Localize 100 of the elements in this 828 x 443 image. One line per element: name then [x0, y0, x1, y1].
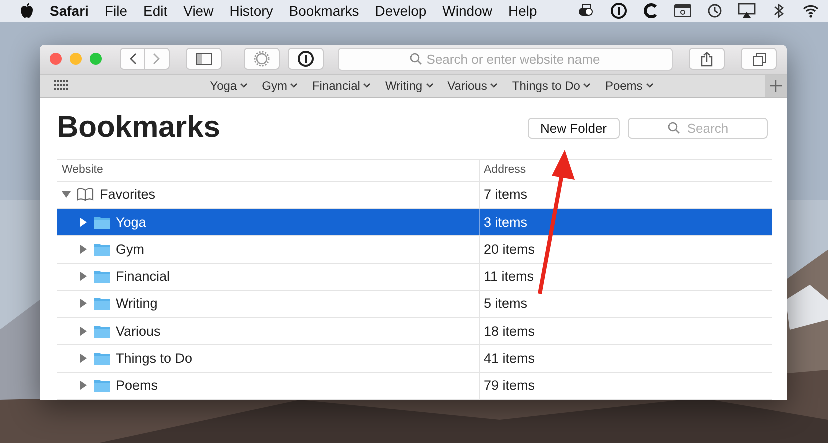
- chevron-down-icon: [363, 83, 372, 88]
- chevron-down-icon: [646, 83, 654, 88]
- add-button[interactable]: [765, 74, 787, 97]
- disclosure-triangle-icon[interactable]: [79, 326, 88, 336]
- folder-label: Yoga: [210, 78, 238, 93]
- bookmark-name: Favorites: [100, 187, 156, 202]
- chevron-down-icon: [583, 83, 592, 88]
- c-letter-icon[interactable]: [642, 3, 660, 19]
- chevron-down-icon: [490, 83, 498, 88]
- search-icon: [410, 53, 422, 66]
- wifi-icon[interactable]: [802, 3, 820, 19]
- bookmark-row[interactable]: Various 18 items: [57, 318, 772, 346]
- item-count: 41 items: [484, 351, 536, 366]
- book-icon: [77, 188, 94, 202]
- favorites-folder[interactable]: Poems: [600, 78, 659, 93]
- chevron-down-icon: [240, 83, 248, 88]
- favorites-folder[interactable]: Writing: [380, 78, 439, 93]
- bookmark-row[interactable]: Writing 5 items: [57, 290, 772, 318]
- search-field[interactable]: Search: [628, 118, 768, 139]
- share-icon: [701, 52, 713, 67]
- page-title: Bookmarks: [57, 111, 222, 146]
- folder-icon: [94, 216, 110, 229]
- favorites-folder[interactable]: Financial: [307, 78, 376, 93]
- bookmark-row[interactable]: Poems 79 items: [57, 372, 772, 400]
- favorites-folder[interactable]: Things to Do: [507, 78, 596, 93]
- item-count: 79 items: [484, 378, 536, 394]
- bookmark-name: Financial: [116, 269, 170, 284]
- bookmark-row[interactable]: Financial 11 items: [57, 264, 772, 291]
- item-count: 7 items: [484, 187, 528, 202]
- folder-icon: [94, 352, 110, 366]
- folder-icon: [94, 324, 110, 338]
- sidebar-button[interactable]: [186, 48, 222, 70]
- chevron-down-icon: [426, 83, 434, 88]
- favorites-folder[interactable]: Gym: [257, 78, 304, 93]
- menu-item[interactable]: View: [176, 3, 222, 19]
- menu-item[interactable]: Edit: [135, 3, 176, 19]
- apple-icon[interactable]: [20, 3, 34, 19]
- keyhole-icon: [298, 51, 314, 68]
- chevron-left-icon: [128, 53, 136, 66]
- search-icon: [668, 122, 680, 134]
- column-header[interactable]: Address: [484, 164, 526, 176]
- plus-icon: [770, 80, 782, 92]
- password-button[interactable]: [288, 48, 324, 70]
- menu-item[interactable]: Window: [434, 3, 500, 19]
- folder-icon: [94, 270, 110, 284]
- command-key-icon[interactable]: [674, 3, 692, 19]
- item-count: 20 items: [484, 242, 536, 257]
- folder-label: Poems: [605, 78, 643, 93]
- folder-label: Things to Do: [512, 78, 580, 93]
- favorites-folder[interactable]: Various: [442, 78, 504, 93]
- bookmark-name: Gym: [116, 242, 144, 257]
- item-count: 5 items: [484, 296, 528, 312]
- folder-label: Gym: [262, 78, 288, 93]
- menu-item[interactable]: File: [96, 3, 136, 19]
- bookmark-row[interactable]: Gym 20 items: [57, 236, 772, 264]
- keyhole-icon[interactable]: [610, 3, 628, 19]
- menu-item[interactable]: History: [222, 3, 282, 19]
- tabs-icon: [752, 52, 766, 66]
- folder-label: Financial: [312, 78, 360, 93]
- bookmark-name: Various: [116, 324, 161, 339]
- menu-item[interactable]: Help: [500, 3, 546, 19]
- share-button[interactable]: [689, 48, 725, 70]
- favorites-folder[interactable]: Yoga: [205, 78, 254, 93]
- grid-icon[interactable]: [54, 80, 69, 92]
- item-count: 11 items: [484, 269, 534, 284]
- history-clock-icon[interactable]: [706, 3, 724, 19]
- menu-item[interactable]: Bookmarks: [281, 3, 368, 19]
- item-count: 18 items: [484, 324, 536, 339]
- folder-icon: [94, 297, 110, 310]
- bookmark-name: Yoga: [116, 214, 146, 230]
- bookmark-row[interactable]: Things to Do 41 items: [57, 345, 772, 373]
- disclosure-triangle-icon[interactable]: [79, 272, 88, 282]
- bookmark-name: Things to Do: [116, 351, 193, 366]
- chevron-right-icon: [153, 53, 161, 66]
- folder-label: Various: [448, 78, 488, 93]
- folder-label: Writing: [385, 78, 423, 93]
- disclosure-triangle-icon[interactable]: [79, 299, 88, 308]
- disclosure-triangle-icon[interactable]: [79, 218, 88, 227]
- gear-button[interactable]: [244, 48, 280, 70]
- bookmark-name: Poems: [116, 378, 158, 394]
- tabs-button[interactable]: [741, 48, 777, 70]
- disclosure-triangle-icon[interactable]: [62, 190, 71, 200]
- address-field[interactable]: Search or enter website name: [338, 48, 673, 71]
- menu-item[interactable]: Develop: [367, 3, 435, 19]
- folder-icon: [94, 242, 110, 256]
- sidebar-icon: [196, 53, 212, 66]
- bookmark-row[interactable]: Yoga 3 items: [57, 208, 772, 236]
- column-header[interactable]: Website: [62, 164, 104, 176]
- disclosure-triangle-icon[interactable]: [79, 381, 88, 390]
- chevron-down-icon: [290, 83, 298, 88]
- gear-icon: [254, 51, 270, 68]
- toggle-icon[interactable]: [578, 3, 596, 19]
- disclosure-triangle-icon[interactable]: [79, 244, 88, 254]
- new-folder-button[interactable]: New Folder: [528, 118, 620, 139]
- airplay-icon[interactable]: [738, 3, 756, 19]
- back-button[interactable]: [120, 48, 145, 70]
- item-count: 3 items: [484, 214, 528, 230]
- bookmark-name: Writing: [116, 296, 158, 312]
- app-menu[interactable]: Safari: [42, 3, 97, 19]
- disclosure-triangle-icon[interactable]: [79, 354, 88, 364]
